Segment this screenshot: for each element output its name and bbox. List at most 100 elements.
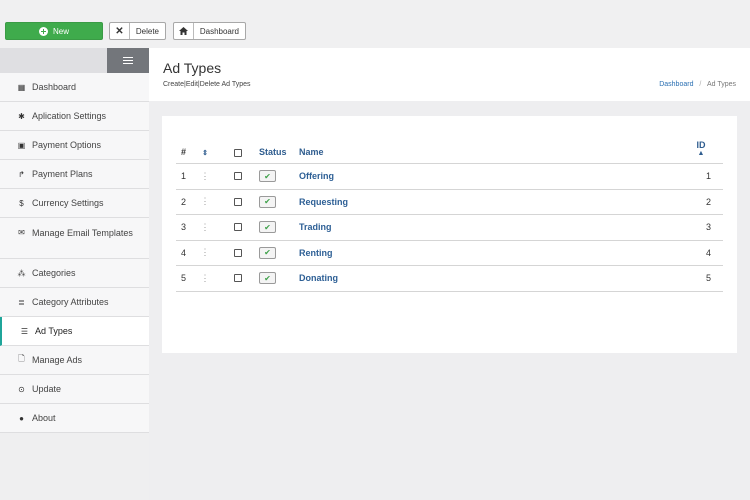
page-title: Ad Types <box>163 60 222 76</box>
status-toggle[interactable]: ✔ <box>259 190 293 215</box>
sidebar: ▦ Dashboard ✱ Aplication Settings ▣ Paym… <box>0 48 149 500</box>
sidebar-item-ad-types[interactable]: ☰ Ad Types <box>0 317 149 346</box>
check-icon: ✔ <box>259 221 276 234</box>
select-all-checkbox[interactable] <box>234 130 246 163</box>
delete-button-label: Delete <box>135 26 159 36</box>
page-subtitle: Create|Edit|Delete Ad Types <box>163 81 251 88</box>
ad-type-name-link[interactable]: Renting <box>299 241 499 266</box>
circle-arrow-icon: ⊙ <box>18 384 25 394</box>
level-up-icon: ↱ <box>18 169 25 179</box>
breadcrumb-current: Ad Types <box>706 81 736 88</box>
breadcrumb-dashboard-link[interactable]: Dashboard <box>659 81 693 88</box>
row-id: 4 <box>705 247 711 258</box>
sitemap-icon: ⁂ <box>17 268 26 278</box>
sidebar-item-manage-ads[interactable]: 🗋 Manage Ads <box>0 346 149 375</box>
sidebar-item-label: Aplication Settings <box>32 111 107 121</box>
home-icon <box>174 23 194 39</box>
table-row: 4 ⋮ ✔ Renting 4 <box>176 241 723 266</box>
new-button[interactable]: New <box>5 22 103 40</box>
close-icon: ✕ <box>110 23 130 39</box>
row-checkbox[interactable] <box>234 241 246 266</box>
column-header-name[interactable]: Name <box>299 130 499 163</box>
row-checkbox[interactable] <box>234 266 246 291</box>
row-checkbox[interactable] <box>234 190 246 215</box>
money-icon: ▣ <box>17 140 26 150</box>
top-toolbar: New ✕ Delete Dashboard <box>0 0 750 48</box>
sidebar-item-about[interactable]: ● About <box>0 404 149 433</box>
sort-ascending-icon: ▲ <box>697 150 705 157</box>
status-toggle[interactable]: ✔ <box>259 266 293 291</box>
sidebar-item-category-attributes[interactable]: ≣ Category Attributes <box>0 288 149 317</box>
sidebar-item-payment-plans[interactable]: ↱ Payment Plans <box>0 160 149 189</box>
envelope-icon: ✉ <box>18 228 25 237</box>
row-number: 3 <box>181 222 187 233</box>
drag-handle-icon[interactable]: ⋮ <box>200 190 210 215</box>
row-checkbox[interactable] <box>234 215 246 240</box>
drag-handle-icon[interactable]: ⋮ <box>200 164 210 189</box>
dashboard-button[interactable]: Dashboard <box>173 22 246 40</box>
ad-type-name-link[interactable]: Requesting <box>299 190 499 215</box>
sidebar-item-currency-settings[interactable]: $ Currency Settings <box>0 189 149 218</box>
check-icon: ✔ <box>259 272 276 285</box>
list-icon: ☰ <box>20 326 29 336</box>
table-row: 2 ⋮ ✔ Requesting 2 <box>176 190 723 215</box>
sidebar-item-label: About <box>32 413 56 423</box>
status-toggle[interactable]: ✔ <box>259 241 293 266</box>
drag-handle-icon[interactable]: ⋮ <box>200 241 210 266</box>
sidebar-item-label: Category Attributes <box>32 297 109 307</box>
sidebar-item-label: Payment Options <box>32 140 102 150</box>
status-toggle[interactable]: ✔ <box>259 215 293 240</box>
sidebar-item-payment-options[interactable]: ▣ Payment Options <box>0 131 149 160</box>
sidebar-item-email-templates[interactable]: ✉ Manage Email Templates <box>0 218 149 259</box>
sort-icon[interactable]: ⇕ <box>200 130 210 163</box>
sidebar-item-application-settings[interactable]: ✱ Aplication Settings <box>0 102 149 131</box>
row-id: 3 <box>705 222 711 233</box>
sidebar-item-label: Dashboard <box>32 82 77 92</box>
check-icon: ✔ <box>259 195 276 208</box>
column-header-number[interactable]: # <box>181 130 193 163</box>
column-header-id[interactable]: ID ▲ <box>691 130 711 163</box>
sidebar-menu: ▦ Dashboard ✱ Aplication Settings ▣ Paym… <box>0 73 149 433</box>
sidebar-item-update[interactable]: ⊙ Update <box>0 375 149 404</box>
sidebar-item-categories[interactable]: ⁂ Categories <box>0 259 149 288</box>
row-checkbox[interactable] <box>234 164 246 189</box>
grid-icon: ▦ <box>17 82 26 92</box>
row-number: 5 <box>181 273 187 284</box>
sidebar-item-label: Update <box>32 384 62 394</box>
check-icon: ✔ <box>259 170 276 183</box>
ad-types-panel: # ⇕ Status Name ID ▲ 1 ⋮ ✔ Offering 1 2 … <box>162 116 737 353</box>
row-id: 2 <box>705 196 711 207</box>
dollar-icon: $ <box>19 198 24 208</box>
breadcrumb: Dashboard / Ad Types <box>659 81 736 88</box>
database-icon: ≣ <box>18 297 25 307</box>
row-id: 1 <box>705 171 711 182</box>
sidebar-item-label: Manage Email Templates <box>32 228 133 238</box>
dashboard-button-label: Dashboard <box>199 26 239 36</box>
sidebar-item-label: Currency Settings <box>32 198 104 208</box>
sidebar-item-dashboard[interactable]: ▦ Dashboard <box>0 73 149 102</box>
sidebar-toggle-button[interactable] <box>107 48 149 73</box>
hamburger-icon <box>123 57 133 64</box>
sidebar-item-label: Categories <box>32 268 76 278</box>
table-header: # ⇕ Status Name ID ▲ <box>176 130 723 164</box>
column-header-id-label: ID <box>696 140 706 150</box>
table-row: 3 ⋮ ✔ Trading 3 <box>176 215 723 241</box>
sidebar-item-label: Manage Ads <box>32 355 83 365</box>
sidebar-item-label: Payment Plans <box>32 169 93 179</box>
page-header: Ad Types Create|Edit|Delete Ad Types Das… <box>149 48 750 101</box>
ad-type-name-link[interactable]: Donating <box>299 266 499 291</box>
drag-handle-icon[interactable]: ⋮ <box>200 266 210 291</box>
ad-type-name-link[interactable]: Offering <box>299 164 499 189</box>
ad-types-table: # ⇕ Status Name ID ▲ 1 ⋮ ✔ Offering 1 2 … <box>176 130 723 292</box>
status-toggle[interactable]: ✔ <box>259 164 293 189</box>
new-button-label: New <box>52 26 69 36</box>
column-header-status[interactable]: Status <box>259 130 293 163</box>
row-id: 5 <box>705 273 711 284</box>
row-number: 4 <box>181 247 187 258</box>
file-icon: 🗋 <box>18 354 25 363</box>
delete-button[interactable]: ✕ Delete <box>109 22 166 40</box>
ad-type-name-link[interactable]: Trading <box>299 215 499 240</box>
row-number: 1 <box>181 171 187 182</box>
drag-handle-icon[interactable]: ⋮ <box>200 215 210 240</box>
sidebar-item-label: Ad Types <box>35 326 73 336</box>
